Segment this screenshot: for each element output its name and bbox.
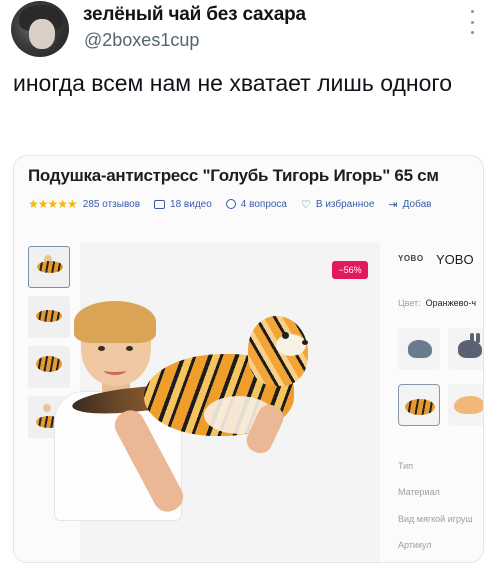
color-variant[interactable] [398, 384, 440, 426]
boy-hair [74, 301, 156, 343]
spec-label: Артикул [398, 540, 432, 550]
boy-eye [98, 346, 105, 351]
add-icon: ⇥ [388, 198, 398, 211]
boy-eye [126, 346, 133, 351]
display-name[interactable]: зелёный чай без сахара [83, 4, 306, 26]
tweet-text: иногда всем нам не хватает лишь одного [13, 70, 453, 96]
questions-link[interactable]: 4 вопроса [225, 199, 287, 210]
avatar[interactable] [11, 1, 69, 57]
product-title: Подушка-антистресс "Голубь Тигорь Игорь"… [28, 166, 439, 185]
question-icon [225, 199, 236, 209]
add-link[interactable]: ⇥ Добав [388, 198, 431, 211]
thumbnail[interactable] [28, 346, 70, 388]
videos-link[interactable]: 18 видео [154, 199, 212, 210]
color-variant[interactable] [398, 328, 440, 370]
more-icon[interactable] [468, 10, 476, 34]
video-icon [154, 199, 166, 209]
spec-label: Материал [398, 487, 440, 497]
avatar-face [29, 19, 55, 49]
color-value: Оранжево-ч [425, 298, 477, 308]
user-handle[interactable]: @2boxes1cup [84, 30, 199, 51]
tiger-nose [302, 340, 308, 345]
color-info: Цвет: Оранжево-ч [398, 298, 476, 308]
tiger-muzzle [276, 334, 306, 356]
brand-logo[interactable]: YOBO [398, 254, 424, 263]
product-meta-row: ★★★★★ 285 отзывов 18 видео 4 вопроса ♡ В … [28, 196, 445, 212]
thumbnail[interactable] [28, 296, 70, 338]
color-variant[interactable] [448, 384, 483, 426]
heart-icon: ♡ [301, 198, 311, 211]
brand-name[interactable]: YOBO [436, 252, 474, 267]
reviews-link[interactable]: 285 отзывов [83, 199, 140, 210]
spec-label: Вид мягкой игруш [398, 514, 473, 524]
discount-badge: −56% [332, 261, 368, 279]
boy-smile [104, 366, 126, 375]
spec-label: Тип [398, 461, 414, 471]
tiger-eye [282, 332, 289, 339]
tweet-image[interactable]: Подушка-антистресс "Голубь Тигорь Игорь"… [13, 155, 484, 563]
favorite-link[interactable]: ♡ В избранное [301, 198, 374, 211]
color-variant[interactable] [448, 328, 483, 370]
color-label: Цвет: [398, 298, 421, 308]
thumbnail[interactable] [28, 246, 70, 288]
rating-stars: ★★★★★ [28, 197, 78, 211]
